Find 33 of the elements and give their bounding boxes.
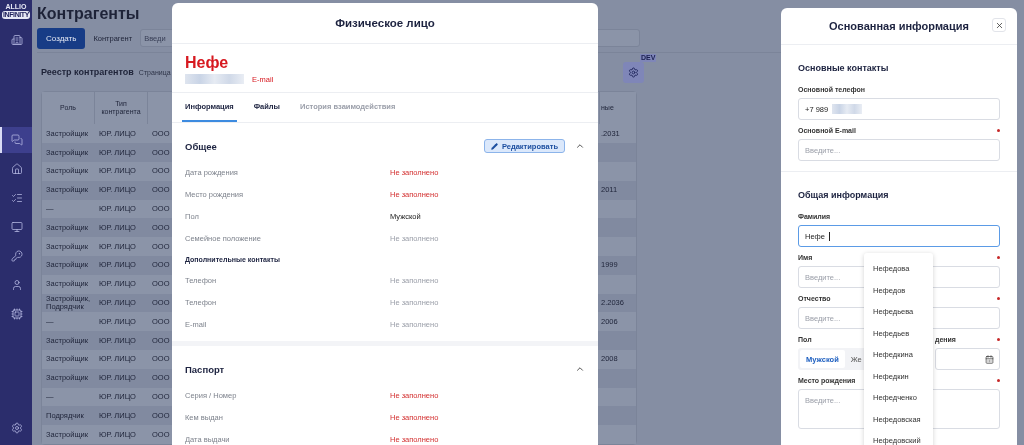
gear-icon — [11, 422, 23, 434]
monitor-icon — [11, 221, 23, 233]
registry-title: Реестр контрагентов — [41, 67, 134, 78]
text-cursor — [828, 231, 830, 241]
create-button[interactable]: Создать — [37, 27, 86, 49]
section-title: Общая информация — [798, 189, 890, 202]
pencil-icon — [490, 142, 498, 150]
section-title: Основные контакты — [798, 62, 890, 75]
person-name: Нефе — [185, 54, 229, 72]
building-icon — [11, 34, 23, 46]
section-title: Паспорт — [185, 363, 226, 375]
redacted-text — [185, 74, 244, 84]
chip-icon — [11, 308, 23, 320]
chevron-up-icon — [575, 364, 585, 374]
checklist-icon — [11, 192, 23, 204]
dialog-title: Физическое лицо — [335, 17, 435, 29]
chevron-icon[interactable] — [575, 364, 585, 374]
person-icon — [11, 279, 23, 291]
home-icon — [11, 163, 23, 175]
page-title: Контрагенты — [37, 5, 140, 24]
close-button[interactable] — [992, 18, 1006, 32]
chevron-icon[interactable] — [575, 141, 585, 151]
chevron-up-icon — [575, 141, 585, 151]
chat-icon — [11, 134, 23, 146]
close-icon — [994, 20, 1004, 30]
key-icon — [11, 250, 23, 262]
section-title: Общее — [185, 140, 218, 152]
sidebar-item[interactable] — [0, 127, 32, 153]
gear-icon — [628, 66, 639, 78]
calendar-icon — [985, 354, 994, 364]
date-field-box[interactable] — [935, 348, 1000, 370]
dialog-title: Основанная информация — [829, 20, 969, 32]
settings-button[interactable] — [623, 61, 644, 83]
